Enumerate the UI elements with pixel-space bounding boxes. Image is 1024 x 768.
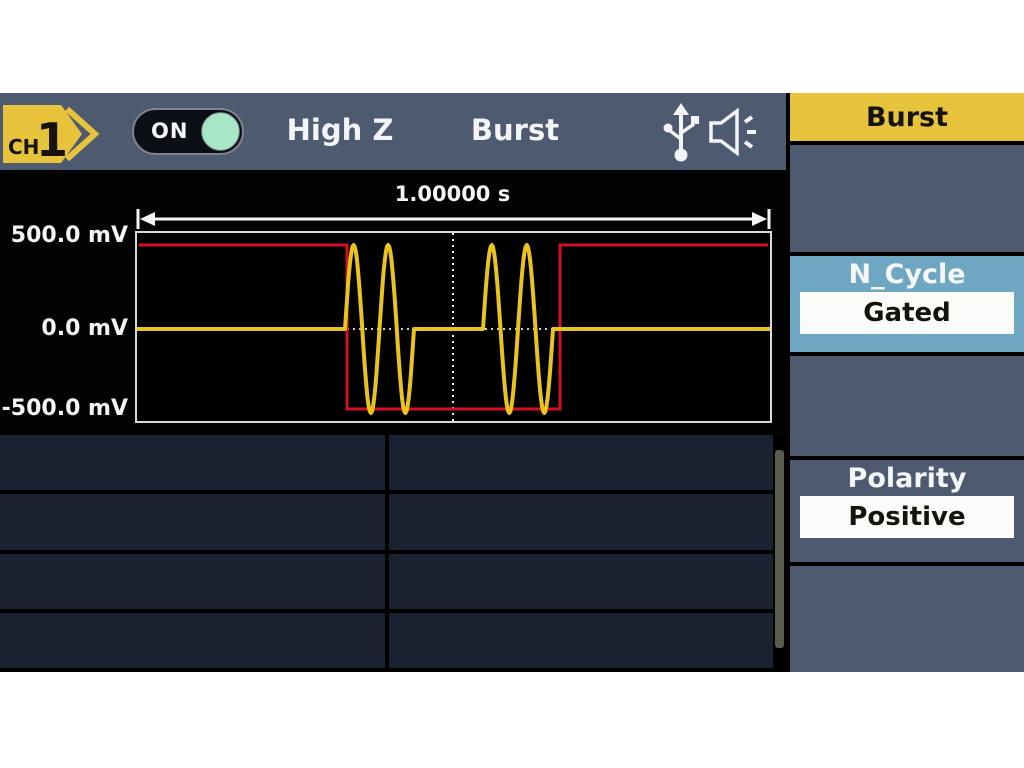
device-screen: CH 1 ON High Z Burst 1.00000 s <box>0 93 1024 672</box>
grid-cell <box>389 613 774 668</box>
softkey-polarity[interactable]: Polarity Positive <box>790 460 1024 562</box>
time-span-arrow <box>135 208 772 230</box>
softkey-polarity-label: Polarity <box>848 463 967 494</box>
grid-cell <box>0 494 385 549</box>
channel-badge: CH 1 <box>3 105 109 163</box>
sidebar-title: Burst <box>790 93 1024 141</box>
y-axis-label-zero: 0.0 mV <box>0 316 128 341</box>
softkey-blank[interactable] <box>790 566 1024 672</box>
softkey-polarity-value: Positive <box>800 496 1014 538</box>
usb-icon <box>660 101 702 163</box>
channel-number: 1 <box>36 113 68 163</box>
speaker-icon <box>706 105 762 159</box>
grid-cell <box>0 613 385 668</box>
waveform-panel: 1.00000 s 500.0 mV 0.0 mV -500.0 mV <box>0 170 786 435</box>
status-bar: CH 1 ON High Z Burst <box>0 93 786 170</box>
output-toggle-label: ON <box>151 119 188 143</box>
scrollbar-thumb[interactable] <box>775 450 784 648</box>
time-span-label: 1.00000 s <box>135 182 770 206</box>
y-axis-label-max: 500.0 mV <box>0 223 128 248</box>
mode-label: Burst <box>450 113 580 147</box>
grid-cell <box>389 435 774 490</box>
impedance-label: High Z <box>270 113 410 147</box>
softkey-ncycle-label: N_Cycle <box>848 259 965 290</box>
y-axis-label-min: -500.0 mV <box>0 396 128 421</box>
softkey-ncycle[interactable]: N_Cycle Gated <box>790 256 1024 352</box>
softkey-blank[interactable] <box>790 145 1024 252</box>
waveform-plot <box>135 231 772 423</box>
output-toggle[interactable]: ON <box>132 108 244 155</box>
softkey-blank[interactable] <box>790 356 1024 456</box>
grid-cell <box>389 554 774 609</box>
channel-label: CH <box>8 135 39 159</box>
grid-cell <box>0 435 385 490</box>
softkey-sidebar: Burst N_Cycle Gated Polarity Positive <box>790 93 1024 672</box>
softkey-ncycle-value: Gated <box>800 292 1014 334</box>
waveform-traces <box>137 233 770 421</box>
output-toggle-knob[interactable] <box>201 112 240 151</box>
parameter-grid <box>0 435 773 668</box>
grid-cell <box>0 554 385 609</box>
grid-cell <box>389 494 774 549</box>
